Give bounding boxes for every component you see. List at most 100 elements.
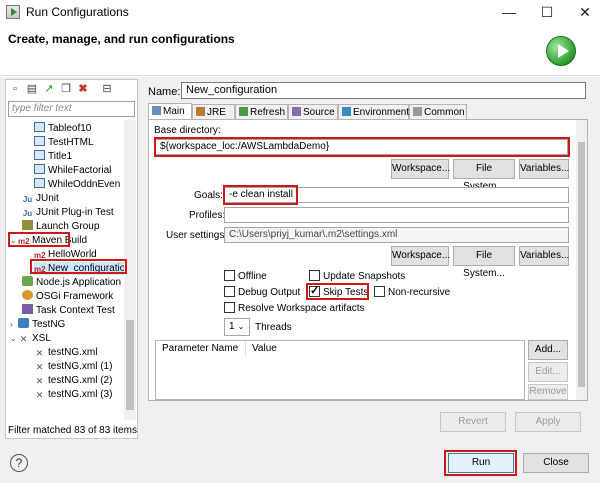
tab-environment[interactable]: Environment xyxy=(338,104,409,120)
close-window-button[interactable]: ✕ xyxy=(574,2,596,22)
threads-label: Threads xyxy=(255,322,292,333)
launch-group-icon xyxy=(22,220,33,230)
tree-item[interactable]: Node.js Application xyxy=(22,276,121,289)
tab-jre[interactable]: JRE xyxy=(192,104,235,120)
highlight-base-directory xyxy=(154,137,570,157)
osgi-icon xyxy=(22,290,33,300)
tree-item[interactable]: ⌄ ✕ XSL xyxy=(10,332,51,345)
tree-item[interactable]: ✕ testNG.xml (2) xyxy=(34,374,113,387)
goals-label: Goals: xyxy=(194,190,223,201)
chevron-right-icon[interactable]: › xyxy=(10,318,18,331)
java-app-icon xyxy=(34,164,45,174)
edit-parameter-button[interactable]: Edit... xyxy=(528,362,568,382)
xsl-file-icon: ✕ xyxy=(35,362,44,372)
tab-common[interactable]: Common xyxy=(409,104,467,120)
jre-tab-icon xyxy=(196,107,205,116)
tab-refresh[interactable]: Refresh xyxy=(235,104,288,120)
checkbox-box[interactable] xyxy=(309,270,320,281)
highlight-run xyxy=(444,450,517,476)
offline-checkbox[interactable]: Offline xyxy=(224,270,267,282)
variables-button[interactable]: Variables... xyxy=(519,159,569,179)
checkbox-box[interactable] xyxy=(224,302,235,313)
run-icon xyxy=(546,36,576,66)
xsl-file-icon: ✕ xyxy=(35,376,44,386)
highlight-skip-tests xyxy=(306,283,369,300)
settings-variables-button[interactable]: Variables... xyxy=(519,246,569,266)
remove-parameter-button[interactable]: Remove xyxy=(528,384,568,400)
tree-item[interactable]: ✕ testNG.xml xyxy=(34,346,98,359)
highlight-new-configuration xyxy=(30,259,127,274)
new-config-icon[interactable]: ▫ xyxy=(8,82,22,96)
main-scroll-thumb[interactable] xyxy=(578,142,585,387)
apply-button[interactable]: Apply xyxy=(515,412,581,432)
settings-workspace-button[interactable]: Workspace... xyxy=(391,246,450,266)
tree-item[interactable]: Task Context Test xyxy=(22,304,115,317)
highlight-maven-build xyxy=(8,232,70,247)
parameter-table[interactable]: Parameter Name Value xyxy=(155,340,525,400)
file-system-button[interactable]: File System... xyxy=(453,159,515,192)
duplicate-icon[interactable]: ❐ xyxy=(59,82,73,96)
checkbox-box[interactable] xyxy=(224,270,235,281)
app-icon xyxy=(6,5,20,19)
settings-file-system-button[interactable]: File System... xyxy=(453,246,515,279)
tree-item[interactable]: Ju JUnit Plug-in Test xyxy=(22,206,114,219)
update-snapshots-checkbox[interactable]: Update Snapshots xyxy=(309,270,405,282)
chevron-down-icon: ⌄ xyxy=(237,322,245,331)
common-tab-icon xyxy=(413,107,422,116)
environment-tab-icon xyxy=(342,107,351,116)
workspace-button[interactable]: Workspace... xyxy=(391,159,450,179)
tree-item[interactable]: › TestNG xyxy=(10,318,65,331)
task-context-icon xyxy=(22,304,33,314)
profiles-input[interactable] xyxy=(224,207,569,223)
junit-plugin-icon: Ju xyxy=(22,209,33,218)
base-directory-label: Base directory: xyxy=(154,125,221,136)
delete-icon[interactable]: ✖ xyxy=(76,82,90,96)
left-toolbar: ▫ ▤ ↗ ❐ ✖ ⊟ xyxy=(6,80,137,98)
tree-scroll-thumb[interactable] xyxy=(126,320,134,410)
tree-item[interactable]: Ju JUnit xyxy=(22,192,59,205)
tree-item[interactable]: ✕ testNG.xml (3) xyxy=(34,388,113,401)
tree-item[interactable]: ✕ testNG.xml (1) xyxy=(34,360,113,373)
java-app-icon xyxy=(34,136,45,146)
xsl-file-icon: ✕ xyxy=(35,348,44,358)
name-input[interactable]: New_configuration xyxy=(181,82,586,99)
tree-item[interactable]: WhileFactorial xyxy=(34,164,111,177)
tree-item[interactable]: Title1 xyxy=(34,150,72,163)
xsl-file-icon: ✕ xyxy=(35,390,44,400)
user-settings-input[interactable]: C:\Users\priyj_kumar\.m2\settings.xml xyxy=(224,227,569,243)
checkbox-box[interactable] xyxy=(224,286,235,297)
new-prototype-icon[interactable]: ▤ xyxy=(25,82,39,96)
resolve-workspace-checkbox[interactable]: Resolve Workspace artifacts xyxy=(224,302,365,314)
header-title: Create, manage, and run configurations xyxy=(8,32,235,46)
column-parameter-name[interactable]: Parameter Name xyxy=(156,341,246,357)
main-panel-scrollbar[interactable] xyxy=(576,120,587,400)
java-app-icon xyxy=(34,122,45,132)
help-icon[interactable]: ? xyxy=(10,454,28,472)
profiles-label: Profiles: xyxy=(189,210,226,221)
column-value[interactable]: Value xyxy=(246,341,526,357)
tree-item[interactable]: TestHTML xyxy=(34,136,94,149)
tree-item[interactable]: Tableof10 xyxy=(34,122,91,135)
revert-button[interactable]: Revert xyxy=(440,412,506,432)
threads-select[interactable]: 1 ⌄ xyxy=(224,318,250,336)
filter-input[interactable]: type filter text xyxy=(8,101,135,117)
collapse-all-icon[interactable]: ⊟ xyxy=(100,82,114,96)
add-parameter-button[interactable]: Add... xyxy=(528,340,568,360)
name-label: Name: xyxy=(148,86,181,98)
debug-output-checkbox[interactable]: Debug Output xyxy=(224,286,300,298)
close-button[interactable]: Close xyxy=(523,453,589,473)
dialog-header: Create, manage, and run configurations xyxy=(0,24,600,76)
filter-status: Filter matched 83 of 83 items xyxy=(8,425,137,436)
checkbox-box[interactable] xyxy=(374,286,385,297)
java-app-icon xyxy=(34,150,45,160)
minimize-button[interactable]: — xyxy=(498,2,520,22)
export-icon[interactable]: ↗ xyxy=(42,82,56,96)
maximize-button[interactable]: ☐ xyxy=(536,2,558,22)
highlight-goals xyxy=(223,185,298,205)
non-recursive-checkbox[interactable]: Non-recursive xyxy=(374,286,450,298)
tree-item[interactable]: WhileOddnEven xyxy=(34,178,120,191)
chevron-down-icon[interactable]: ⌄ xyxy=(10,332,18,345)
tree-item[interactable]: OSGi Framework xyxy=(22,290,113,303)
tab-source[interactable]: Source xyxy=(288,104,338,120)
refresh-tab-icon xyxy=(239,107,248,116)
